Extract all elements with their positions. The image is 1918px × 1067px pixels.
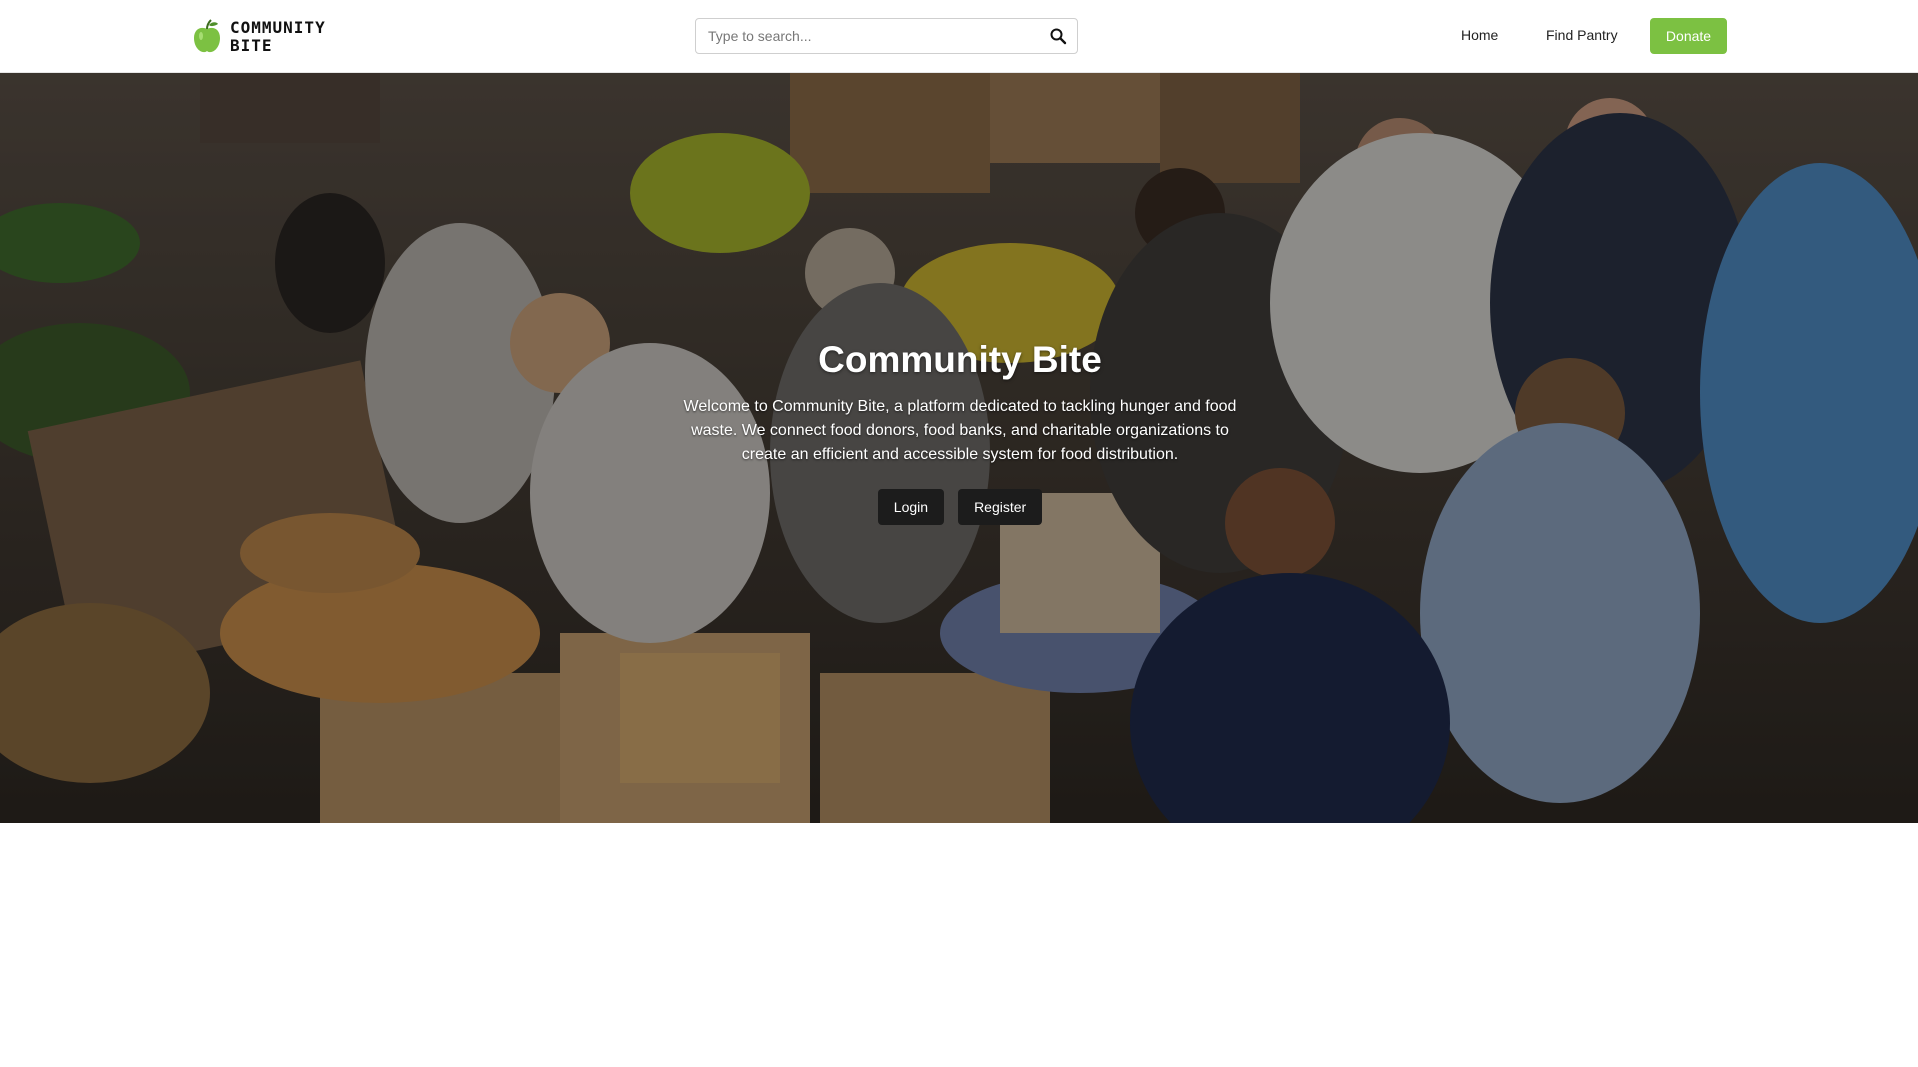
hero-content: Community Bite Welcome to Community Bite… — [680, 339, 1240, 525]
hero-title: Community Bite — [818, 339, 1102, 380]
hero-buttons: Login Register — [680, 489, 1240, 525]
nav-home-link[interactable]: Home — [1461, 27, 1498, 43]
apple-icon — [194, 19, 220, 53]
donate-button[interactable]: Donate — [1650, 18, 1727, 54]
nav-find-pantry-link[interactable]: Find Pantry — [1546, 27, 1618, 43]
brand-name-line2: BITE — [230, 36, 273, 55]
search-box — [695, 18, 1078, 54]
login-button[interactable]: Login — [877, 489, 945, 525]
hero-description: Welcome to Community Bite, a platform de… — [683, 398, 1237, 463]
brand-name-line1: COMMUNITY — [230, 18, 326, 37]
search-input[interactable] — [696, 19, 1050, 53]
navbar: COMMUNITY BITE Home Find Pantry Donate — [0, 0, 1918, 73]
hero-section: Community Bite Welcome to Community Bite… — [0, 73, 1918, 823]
register-button[interactable]: Register — [958, 489, 1043, 525]
logo[interactable]: COMMUNITY BITE — [192, 17, 326, 57]
brand-name: COMMUNITY BITE — [230, 19, 326, 55]
search-icon[interactable] — [1049, 27, 1067, 45]
